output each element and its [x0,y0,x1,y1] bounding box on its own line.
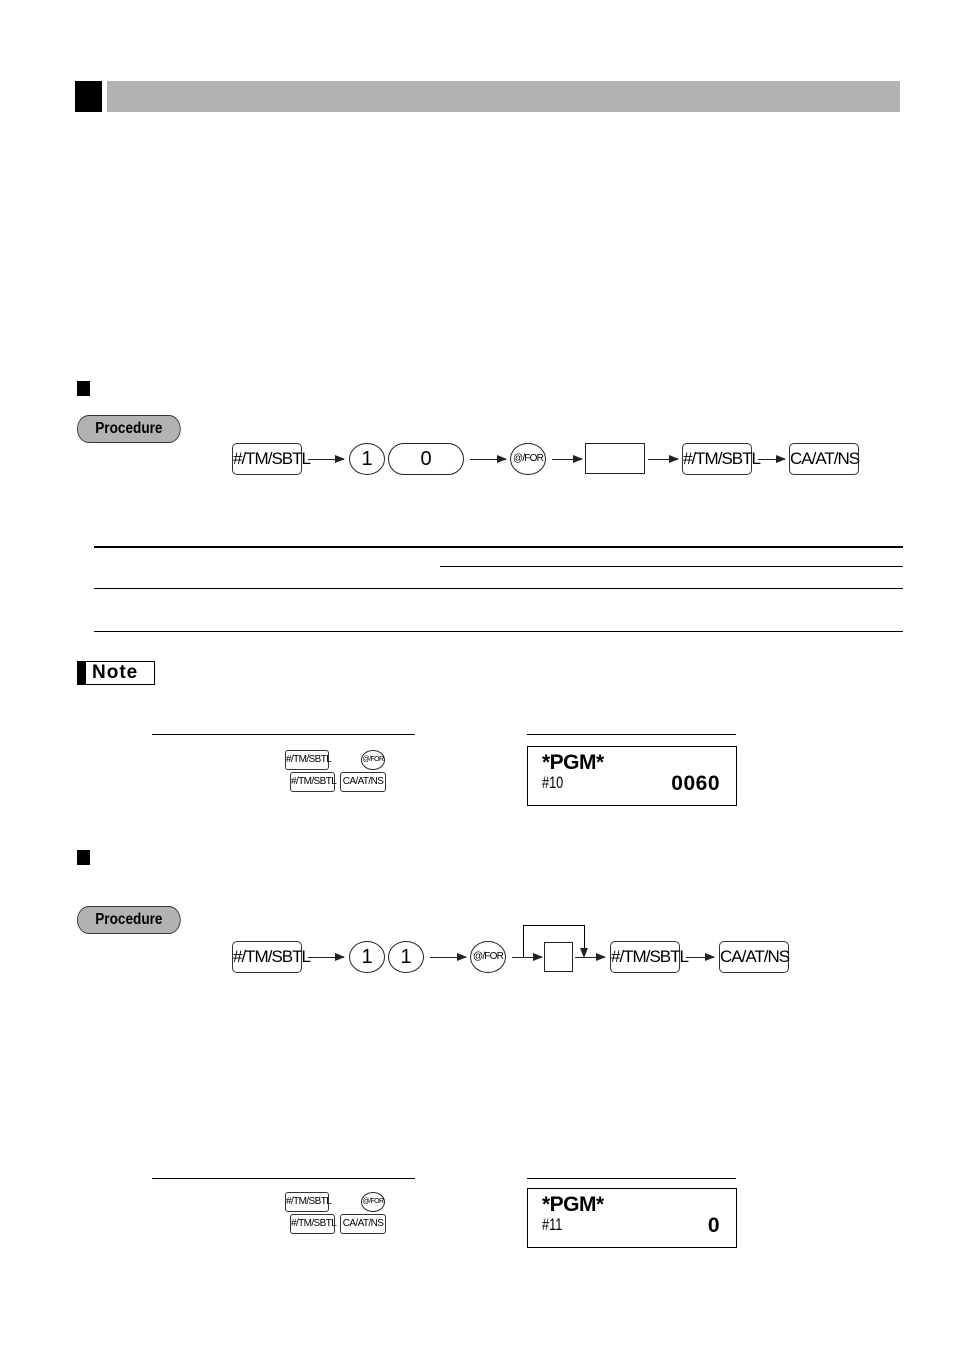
key-ca-at-ns-small: CA/AT/NS [340,1214,386,1234]
key-tm-sbtl-small: #/TM/SBTL [285,750,332,770]
example-rule [152,734,415,735]
arrow-icon [512,951,543,963]
key-at-for-small: @/FOR [361,1192,385,1212]
key-at-for[interactable]: @/FOR [510,443,546,475]
arrow-icon [308,453,345,465]
arrow-icon [470,453,507,465]
printout-code: #10 [542,773,564,792]
printout-rule [527,1178,736,1179]
note-label: Note [77,661,155,685]
arrow-icon [686,951,715,963]
subsection-bullet-icon [77,850,90,865]
printout-title: *PGM* [542,1193,604,1216]
arrow-icon [758,453,786,465]
key-digit[interactable]: 1 [349,941,385,973]
loop-line [523,925,585,927]
key-digit[interactable]: 1 [388,941,424,973]
key-tm-sbtl[interactable]: #/TM/SBTL [682,443,761,475]
key-tm-sbtl-small: #/TM/SBTL [290,1214,337,1234]
loop-line [523,925,525,957]
value-input-box[interactable] [544,942,573,972]
printout-title: *PGM* [542,751,604,774]
arrow-icon [648,453,679,465]
printout-value: 0 [707,1214,720,1237]
table-subheader-rule [440,566,903,567]
key-tm-sbtl-small: #/TM/SBTL [290,772,337,792]
procedure-label: Procedure [77,906,181,934]
table-bottom-rule [94,631,903,632]
key-tm-sbtl-small: #/TM/SBTL [285,1192,332,1212]
arrow-icon [430,951,467,963]
subsection-bullet-icon [77,381,90,396]
printout-code: #11 [542,1215,563,1234]
table-top-rule [94,546,903,548]
section-header-bar [107,81,900,112]
key-digit-repeat[interactable]: 0 [388,443,464,475]
example-rule [152,1178,415,1179]
arrow-icon [308,951,345,963]
key-tm-sbtl[interactable]: #/TM/SBTL [610,941,689,973]
key-ca-at-ns[interactable]: CA/AT/NS [789,443,860,475]
table-header-rule [94,588,903,589]
key-ca-at-ns-small: CA/AT/NS [340,772,386,792]
printout-value: 0060 [671,772,720,795]
key-tm-sbtl[interactable]: #/TM/SBTL [232,443,311,475]
key-tm-sbtl[interactable]: #/TM/SBTL [232,941,311,973]
note-marker [78,662,86,684]
value-input-box[interactable] [585,443,645,474]
section-marker [75,81,102,112]
receipt-printout: *PGM* #10 0060 [527,746,737,806]
loop-line [584,925,586,949]
arrow-icon [575,951,606,963]
printout-rule [527,734,736,735]
key-at-for-small: @/FOR [361,750,385,770]
key-at-for[interactable]: @/FOR [470,941,506,973]
arrow-icon [552,453,583,465]
key-ca-at-ns[interactable]: CA/AT/NS [719,941,790,973]
key-digit[interactable]: 1 [349,443,385,475]
receipt-printout: *PGM* #11 0 [527,1188,737,1248]
note-text: Note [92,662,139,683]
procedure-label: Procedure [77,415,181,443]
